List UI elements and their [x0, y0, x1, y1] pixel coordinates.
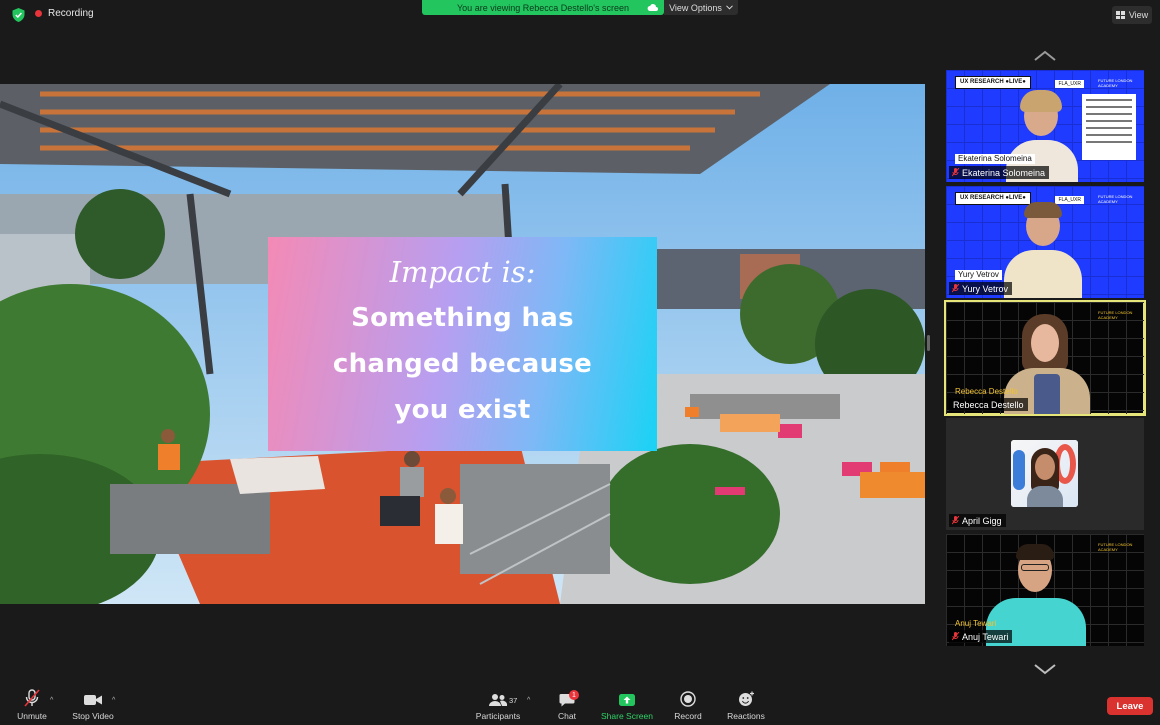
viewing-text: You are viewing Rebecca Destello's scree…	[457, 2, 629, 13]
chevron-up-icon[interactable]	[1033, 50, 1057, 62]
participant-name: Yury Vetrov	[949, 282, 1013, 295]
fla-logo: FLA_UXR	[1055, 80, 1084, 88]
participant-name: Anuj Tewari	[949, 630, 1013, 643]
recording-label: Recording	[48, 8, 94, 19]
slide-title: Impact is:	[389, 255, 536, 289]
muted-mic-icon	[952, 284, 959, 293]
future-london-academy-logo: FUTURE LONDON ACADEMY	[1098, 194, 1133, 204]
reactions-button[interactable]: Reactions	[722, 685, 770, 725]
grid-icon	[1115, 11, 1125, 19]
avatar	[1011, 440, 1078, 507]
muted-mic-icon	[952, 516, 959, 525]
view-layout-button[interactable]: View	[1112, 6, 1152, 24]
video-options-caret-icon[interactable]: ^	[112, 697, 115, 704]
leave-button[interactable]: Leave	[1107, 697, 1153, 715]
slide-line-2: changed because	[332, 349, 593, 379]
future-london-academy-logo: FUTURE LONDON ACADEMY	[1098, 310, 1133, 320]
slide-name-label: Ekaterina Solomeina	[955, 154, 1035, 164]
participants-button[interactable]: Participants	[472, 685, 524, 725]
participant-name: Rebecca Destello	[949, 398, 1028, 411]
recording-dot-icon	[35, 10, 42, 17]
slide-line-1: Something has	[351, 303, 574, 333]
muted-mic-icon	[24, 689, 40, 707]
slide-name-label: Rebecca Destello	[955, 387, 1018, 396]
viewing-screen-banner: You are viewing Rebecca Destello's scree…	[422, 0, 664, 15]
shared-screen[interactable]: Impact is: Something has changed because…	[0, 84, 925, 604]
ux-research-badge: UX RESEARCH ●LIVE●	[955, 76, 1031, 89]
participant-tile-rebecca[interactable]: FUTURE LONDON ACADEMY Rebecca Destello R…	[944, 300, 1146, 416]
shield-icon[interactable]	[12, 8, 25, 22]
chevron-down-icon[interactable]	[1033, 663, 1057, 675]
stop-video-button[interactable]: Stop Video	[68, 685, 118, 725]
fla-logo: FLA_UXR	[1055, 196, 1084, 204]
muted-mic-icon	[952, 168, 959, 177]
resize-handle[interactable]	[927, 335, 930, 351]
share-screen-button[interactable]: Share Screen	[598, 685, 656, 725]
future-london-academy-logo: FUTURE LONDON ACADEMY	[1098, 542, 1133, 552]
future-london-academy-logo: FUTURE LONDON ACADEMY	[1098, 78, 1133, 88]
chat-button[interactable]: Chat	[550, 685, 584, 725]
chevron-down-icon	[726, 5, 733, 10]
ux-research-badge: UX RESEARCH ●LIVE●	[955, 192, 1031, 205]
video-camera-icon	[84, 695, 102, 705]
chat-notification-badge: 1	[569, 690, 579, 700]
participant-tile-ekaterina[interactable]: UX RESEARCH ●LIVE● FLA_UXR FUTURE LONDON…	[946, 70, 1144, 182]
slide-card: Impact is: Something has changed because…	[268, 237, 657, 451]
participant-tile-anuj[interactable]: FUTURE LONDON ACADEMY Anuj Tewari Anuj T…	[946, 534, 1144, 646]
participant-tile-yury[interactable]: UX RESEARCH ●LIVE● FLA_UXR FUTURE LONDON…	[946, 186, 1144, 298]
record-icon	[680, 691, 696, 707]
cloud-icon	[647, 4, 658, 11]
participant-name: Ekaterina Solomeina	[949, 166, 1050, 179]
slide-line-3: you exist	[394, 395, 531, 425]
top-bar: Recording You are viewing Rebecca Destel…	[0, 0, 1160, 30]
participants-caret-icon[interactable]: ^	[527, 697, 530, 704]
participants-icon	[489, 694, 508, 706]
view-label: View	[1128, 10, 1149, 20]
audio-options-caret-icon[interactable]: ^	[50, 697, 53, 704]
view-options-label: View Options	[669, 2, 722, 13]
recording-indicator[interactable]: Recording	[35, 8, 94, 19]
slide-name-label: Anuj Tewari	[955, 619, 997, 628]
participant-count: 37	[509, 696, 518, 705]
view-options-button[interactable]: View Options	[664, 0, 738, 15]
muted-mic-icon	[952, 632, 959, 641]
slide-name-label: Yury Vetrov	[955, 270, 1002, 280]
record-button[interactable]: Record	[670, 685, 706, 725]
agenda-card	[1082, 94, 1136, 160]
smiley-plus-icon	[738, 691, 754, 706]
share-screen-icon	[619, 694, 635, 706]
participant-name: April Gigg	[949, 514, 1006, 527]
glasses-icon	[1021, 564, 1049, 571]
unmute-button[interactable]: Unmute	[12, 685, 52, 725]
